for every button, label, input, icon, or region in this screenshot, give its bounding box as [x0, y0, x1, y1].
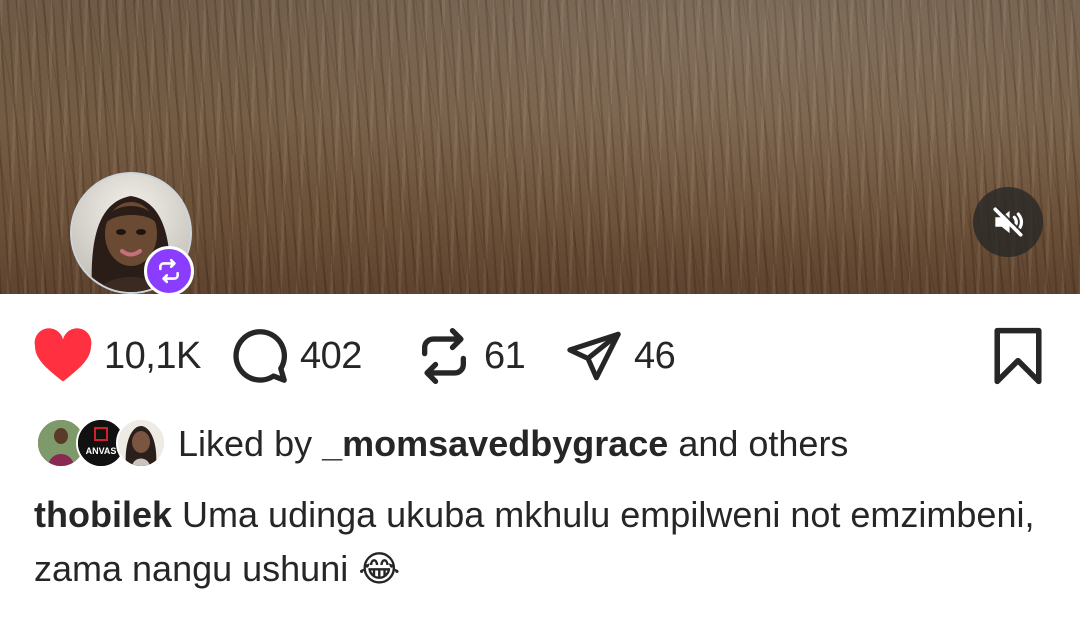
liked-by-username[interactable]: _momsavedbygrace [322, 423, 668, 464]
repost-badge [144, 246, 194, 296]
liked-by-prefix: Liked by [178, 423, 313, 464]
share-action[interactable]: 46 [564, 318, 676, 394]
liker-avatars[interactable]: ANVAS [36, 418, 166, 470]
like-action[interactable]: 10,1K [32, 318, 201, 394]
mute-toggle-button[interactable] [973, 187, 1043, 257]
share-count: 46 [634, 334, 676, 377]
svg-text:ANVAS: ANVAS [86, 446, 117, 456]
liker-photo [118, 420, 164, 466]
post-actions-bar: 10,1K 402 61 46 [0, 318, 1080, 394]
comment-action[interactable]: 402 [230, 318, 362, 394]
laughing-emoji-icon: 😂 [358, 548, 401, 589]
heart-icon[interactable] [32, 328, 94, 384]
liked-by-suffix: and others [678, 423, 849, 464]
caption-username[interactable]: thobilek [34, 494, 172, 535]
caption-text: Uma udinga ukuba mkhulu empilweni not em… [34, 494, 1035, 589]
like-count: 10,1K [104, 334, 201, 377]
repost-action[interactable]: 61 [414, 318, 526, 394]
post-caption: thobilek Uma udinga ukuba mkhulu empilwe… [34, 488, 1044, 596]
repost-icon [159, 258, 179, 284]
repost-count: 61 [484, 334, 526, 377]
author-avatar-group[interactable] [70, 172, 196, 296]
liked-by-text: Liked by _momsavedbygrace and others [178, 423, 848, 465]
comment-icon[interactable] [230, 327, 290, 385]
comment-count: 402 [300, 334, 362, 377]
speaker-muted-icon [993, 206, 1024, 237]
liked-by-row[interactable]: ANVAS Liked by _momsavedbygrace and othe… [36, 418, 848, 470]
save-action[interactable] [990, 318, 1046, 394]
repost-icon[interactable] [414, 327, 474, 385]
send-icon[interactable] [564, 327, 624, 385]
liker-avatar[interactable] [116, 418, 166, 468]
bookmark-icon[interactable] [990, 326, 1046, 386]
